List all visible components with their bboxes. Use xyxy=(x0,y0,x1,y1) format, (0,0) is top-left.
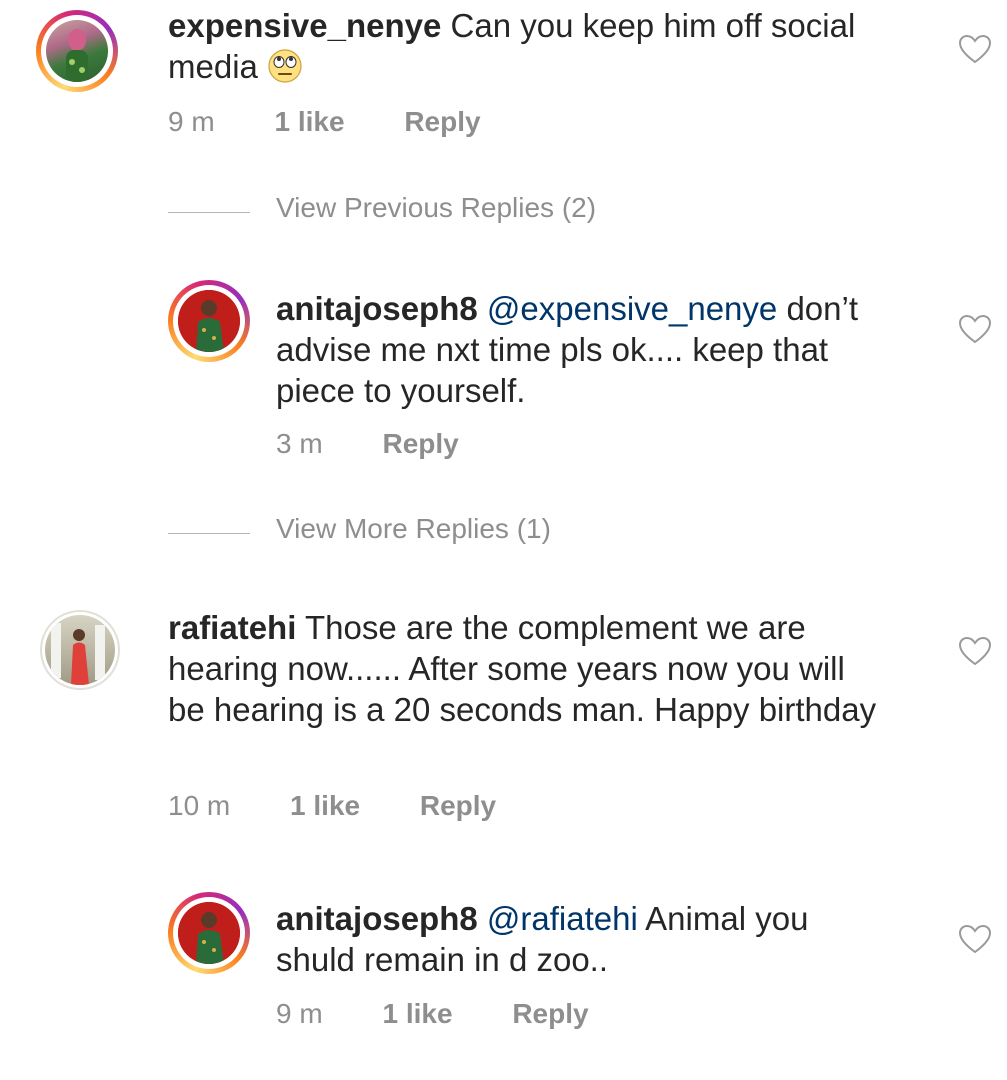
avatar[interactable] xyxy=(40,610,120,690)
reply-username[interactable]: anitajoseph8 xyxy=(276,290,478,327)
view-previous-replies[interactable]: View Previous Replies (2) xyxy=(168,192,668,232)
divider-line xyxy=(168,533,250,534)
comment-time: 10 m xyxy=(168,790,231,821)
reply-mention[interactable]: @rafiatehi xyxy=(487,900,638,937)
avatar[interactable] xyxy=(168,892,250,974)
comment-likes[interactable]: 1 like xyxy=(290,790,360,821)
reply-time: 3 m xyxy=(276,428,323,459)
comment-meta: 9 m 1 like Reply xyxy=(168,106,533,138)
reply-button[interactable]: Reply xyxy=(420,790,496,821)
rolling-eyes-emoji-icon xyxy=(268,49,302,83)
heart-outline-icon[interactable] xyxy=(958,924,992,954)
heart-outline-icon[interactable] xyxy=(958,636,992,666)
comment-username[interactable]: expensive_nenye xyxy=(168,7,441,44)
avatar[interactable] xyxy=(36,10,118,92)
reply-likes[interactable]: 1 like xyxy=(382,998,452,1029)
reply-meta: 9 m 1 like Reply xyxy=(276,998,641,1030)
heart-outline-icon[interactable] xyxy=(958,34,992,64)
divider-line xyxy=(168,212,250,213)
reply-time: 9 m xyxy=(276,998,323,1029)
comment-text: rafiatehi Those are the complement we ar… xyxy=(168,607,888,730)
reply-mention[interactable]: @expensive_nenye xyxy=(487,290,777,327)
comment-meta: 10 m 1 like Reply xyxy=(168,790,548,822)
heart-outline-icon[interactable] xyxy=(958,314,992,344)
view-previous-replies-label[interactable]: View Previous Replies (2) xyxy=(276,192,596,224)
comment-username[interactable]: rafiatehi xyxy=(168,609,296,646)
comment-item: expensive_nenye Can you keep him off soc… xyxy=(0,0,1007,150)
reply-text: anitajoseph8 @rafiatehi Animal you shuld… xyxy=(276,898,876,980)
comment-text: expensive_nenye Can you keep him off soc… xyxy=(168,5,928,87)
reply-item: anitajoseph8 @expensive_nenye don’t advi… xyxy=(0,270,1007,470)
comment-item: rafiatehi Those are the complement we ar… xyxy=(0,600,1007,840)
comment-time: 9 m xyxy=(168,106,215,137)
reply-meta: 3 m Reply xyxy=(276,428,511,460)
reply-item: anitajoseph8 @rafiatehi Animal you shuld… xyxy=(0,882,1007,1042)
reply-text: anitajoseph8 @expensive_nenye don’t advi… xyxy=(276,288,916,411)
reply-button[interactable]: Reply xyxy=(382,428,458,459)
reply-button[interactable]: Reply xyxy=(512,998,588,1029)
avatar[interactable] xyxy=(168,280,250,362)
comment-likes[interactable]: 1 like xyxy=(274,106,344,137)
reply-username[interactable]: anitajoseph8 xyxy=(276,900,478,937)
reply-button[interactable]: Reply xyxy=(404,106,480,137)
view-more-replies-label[interactable]: View More Replies (1) xyxy=(276,513,551,545)
view-more-replies[interactable]: View More Replies (1) xyxy=(168,513,668,553)
